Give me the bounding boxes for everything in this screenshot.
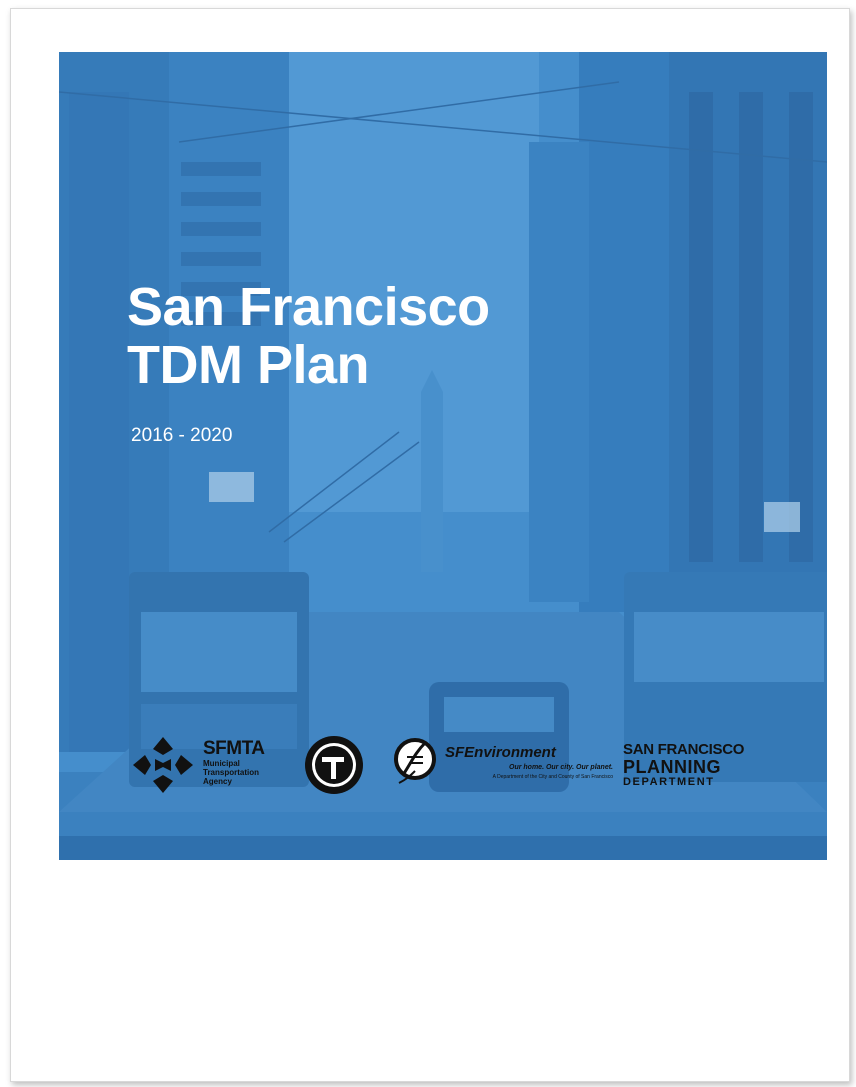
sfmta-sub-1: Municipal (203, 759, 240, 768)
transportation-authority-seal-icon (305, 736, 363, 794)
cover-title-line-1: San Francisco (127, 277, 490, 337)
cover-title: San Francisco TDM Plan (127, 278, 490, 394)
sfmta-name: SFMTA (203, 738, 265, 759)
cover-title-line-2: TDM Plan (127, 335, 370, 395)
sf-environment-name: SFEnvironment (445, 744, 556, 761)
planning-department-wordmark: SAN FRANCISCO PLANNING DEPARTMENT (623, 742, 763, 789)
sfmta-wordmark: SFMTA Municipal Transportation Agency (203, 738, 265, 787)
sfmta-logo-icon (133, 737, 193, 793)
sf-environment-tagline: Our home. Our city. Our planet. (509, 764, 613, 771)
sf-environment-logo-icon (394, 738, 436, 784)
sf-environment-wordmark: SFEnvironment Our home. Our city. Our pl… (445, 744, 613, 781)
sf-environment-department: A Department of the City and County of S… (492, 774, 613, 780)
sfmta-sub-3: Agency (203, 777, 232, 786)
sfmta-sub-2: Transportation (203, 768, 260, 777)
cover-band (59, 836, 827, 860)
planning-line-3: DEPARTMENT (623, 776, 715, 788)
planning-line-1: SAN FRANCISCO (623, 741, 745, 758)
document-page: San Francisco TDM Plan 2016 - 2020 SFMTA… (10, 8, 850, 1082)
cover-subtitle: 2016 - 2020 (131, 425, 233, 446)
planning-line-2: PLANNING (623, 757, 721, 777)
